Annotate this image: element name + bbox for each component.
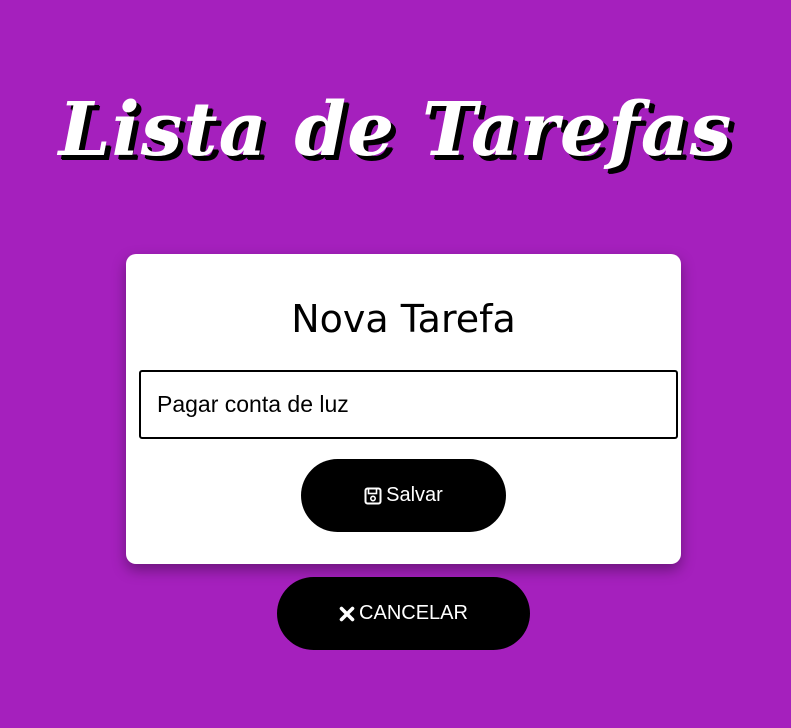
cancel-button[interactable]: CANCELAR	[277, 577, 530, 650]
card-title: Nova Tarefa	[291, 297, 516, 341]
task-input[interactable]	[139, 370, 678, 439]
app-title: Lista de Tarefas	[58, 87, 733, 173]
close-icon	[339, 606, 355, 622]
cancel-button-label: CANCELAR	[359, 602, 468, 624]
save-button[interactable]: Salvar	[301, 459, 506, 532]
floppy-disk-icon	[364, 487, 382, 505]
new-task-card: Nova Tarefa Salvar	[126, 254, 681, 564]
save-button-label: Salvar	[386, 484, 443, 506]
